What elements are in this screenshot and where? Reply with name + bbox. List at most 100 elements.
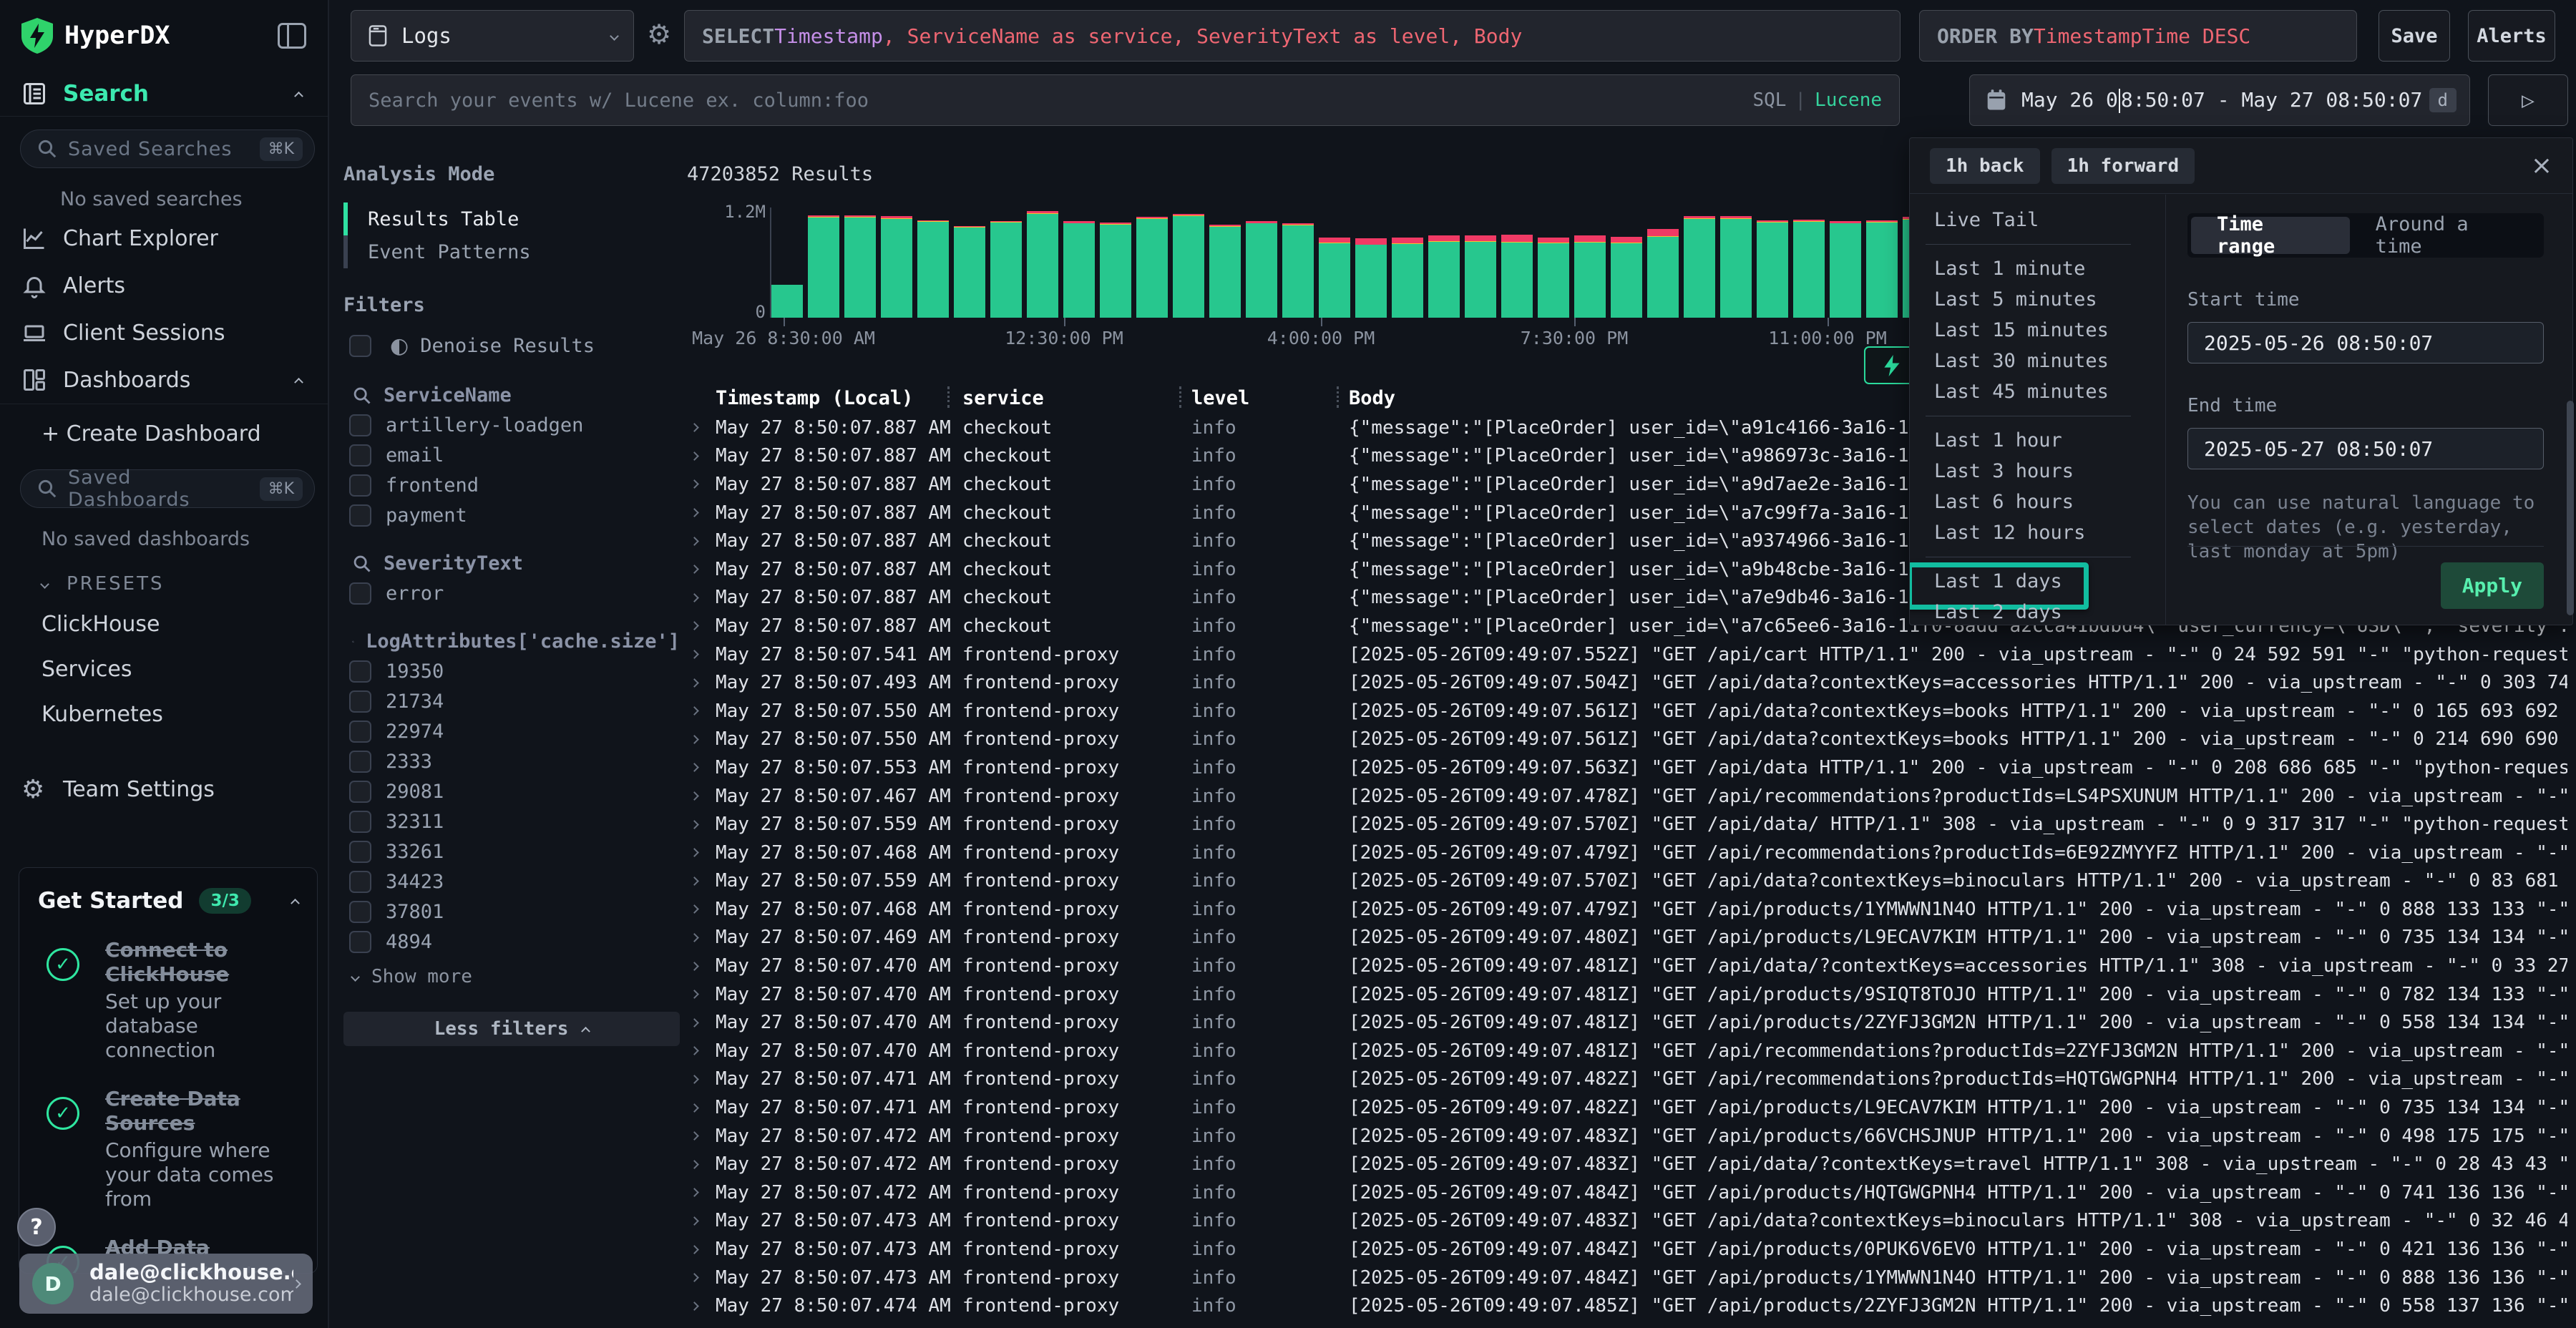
- log-row[interactable]: May 27 8:50:07.493 AMfrontend-proxyinfo[…: [687, 668, 2567, 697]
- expand-chevron-icon[interactable]: [690, 423, 699, 432]
- log-row[interactable]: May 27 8:50:07.550 AMfrontend-proxyinfo[…: [687, 697, 2567, 726]
- histogram-bar[interactable]: [1757, 220, 1788, 318]
- expand-chevron-icon[interactable]: [690, 877, 699, 886]
- log-row[interactable]: May 27 8:50:07.559 AMfrontend-proxyinfo[…: [687, 867, 2567, 896]
- quick-range-live-tail[interactable]: Live Tail: [1926, 205, 2131, 235]
- histogram-bar[interactable]: [1173, 214, 1204, 318]
- quick-range-last-5-minutes[interactable]: Last 5 minutes: [1926, 284, 2131, 315]
- checkbox[interactable]: [349, 582, 371, 605]
- histogram-bar[interactable]: [1246, 221, 1277, 318]
- log-row[interactable]: May 27 8:50:07.473 AMfrontend-proxyinfo[…: [687, 1264, 2567, 1292]
- sql-mode-toggle[interactable]: SQL: [1752, 89, 1786, 111]
- log-row[interactable]: May 27 8:50:07.470 AMfrontend-proxyinfo[…: [687, 952, 2567, 980]
- histogram-bar[interactable]: [1355, 238, 1387, 318]
- start-time-input[interactable]: 2025-05-26 08:50:07: [2187, 322, 2544, 363]
- filter-value-row[interactable]: 4894: [349, 931, 680, 953]
- expand-chevron-icon[interactable]: [690, 451, 699, 461]
- expand-chevron-icon[interactable]: [690, 1018, 699, 1027]
- order-by-editor[interactable]: ORDER BY TimestampTime DESC: [1919, 10, 2357, 62]
- sidebar-item-kubernetes[interactable]: Kubernetes: [0, 692, 328, 737]
- expand-chevron-icon[interactable]: [690, 480, 699, 489]
- apply-button[interactable]: Apply: [2441, 562, 2544, 609]
- source-settings-gear-icon[interactable]: ⚙: [647, 19, 671, 50]
- checkbox[interactable]: [349, 751, 371, 773]
- expand-chevron-icon[interactable]: [690, 905, 699, 914]
- histogram-bar[interactable]: [1647, 229, 1679, 318]
- histogram-bar[interactable]: [1027, 211, 1058, 318]
- sidebar-item-chart-explorer[interactable]: Chart Explorer: [0, 215, 328, 262]
- expand-chevron-icon[interactable]: [690, 1046, 699, 1055]
- filter-value-row[interactable]: 19350: [349, 660, 680, 683]
- histogram-bar[interactable]: [1501, 235, 1533, 318]
- get-started-item[interactable]: ✓Create Data SourcesConfigure where your…: [38, 1087, 298, 1211]
- quick-range-last-30-minutes[interactable]: Last 30 minutes: [1926, 346, 2131, 376]
- saved-searches-input[interactable]: Saved Searches ⌘K: [20, 130, 315, 168]
- log-row[interactable]: May 27 8:50:07.468 AMfrontend-proxyinfo[…: [687, 839, 2567, 867]
- log-row[interactable]: May 27 8:50:07.559 AMfrontend-proxyinfo[…: [687, 810, 2567, 839]
- checkbox[interactable]: [349, 414, 371, 436]
- quick-range-last-12-hours[interactable]: Last 12 hours: [1926, 517, 2131, 548]
- checkbox[interactable]: [349, 781, 371, 803]
- log-row[interactable]: May 27 8:50:07.474 AMfrontend-proxyinfo[…: [687, 1292, 2567, 1320]
- expand-chevron-icon[interactable]: [690, 1131, 699, 1141]
- column-resize-handle[interactable]: [1179, 386, 1181, 408]
- quick-range-last-15-minutes[interactable]: Last 15 minutes: [1926, 315, 2131, 346]
- checkbox[interactable]: [349, 811, 371, 833]
- histogram-bar[interactable]: [1684, 216, 1715, 318]
- histogram-bar[interactable]: [1793, 220, 1825, 318]
- log-row[interactable]: May 27 8:50:07.473 AMfrontend-proxyinfo[…: [687, 1235, 2567, 1264]
- log-row[interactable]: May 27 8:50:07.470 AMfrontend-proxyinfo[…: [687, 1008, 2567, 1037]
- histogram-bar[interactable]: [1574, 235, 1606, 318]
- alerts-button[interactable]: Alerts: [2468, 10, 2555, 62]
- checkbox[interactable]: [349, 841, 371, 863]
- checkbox[interactable]: [349, 335, 371, 357]
- expand-chevron-icon[interactable]: [690, 1273, 699, 1282]
- filter-value-row[interactable]: frontend: [349, 474, 680, 497]
- create-dashboard-button[interactable]: + Create Dashboard: [0, 404, 328, 456]
- histogram-bar[interactable]: [1392, 238, 1423, 318]
- sidebar-item-search[interactable]: Search: [0, 72, 328, 116]
- log-row[interactable]: May 27 8:50:07.472 AMfrontend-proxyinfo[…: [687, 1150, 2567, 1178]
- log-row[interactable]: May 27 8:50:07.469 AMfrontend-proxyinfo[…: [687, 924, 2567, 952]
- checkbox[interactable]: [349, 504, 371, 527]
- expand-chevron-icon[interactable]: [690, 1302, 699, 1311]
- sidebar-item-clickhouse[interactable]: ClickHouse: [0, 602, 328, 647]
- histogram-bar[interactable]: [1720, 216, 1752, 318]
- filter-value-row[interactable]: 34423: [349, 871, 680, 893]
- time-range-input[interactable]: May 26 08:50:07 - May 27 08:50:07 d: [1969, 74, 2470, 126]
- help-button[interactable]: ?: [17, 1208, 56, 1246]
- analysis-mode-option[interactable]: Results Table: [343, 202, 680, 235]
- filter-value-row[interactable]: 37801: [349, 901, 680, 923]
- log-row[interactable]: May 27 8:50:07.467 AMfrontend-proxyinfo[…: [687, 782, 2567, 811]
- vertical-scrollbar[interactable]: [2567, 401, 2574, 615]
- checkbox[interactable]: [349, 444, 371, 467]
- filter-value-row[interactable]: artillery-loadgen: [349, 414, 680, 436]
- source-select[interactable]: Logs: [351, 10, 634, 62]
- analysis-mode-option[interactable]: Event Patterns: [343, 235, 680, 268]
- show-more-button[interactable]: Show more: [352, 966, 680, 987]
- sidebar-item-team-settings[interactable]: ⚙ Team Settings: [0, 766, 328, 813]
- chevron-up-icon[interactable]: [294, 91, 303, 100]
- filter-value-row[interactable]: 32311: [349, 811, 680, 833]
- histogram-bar[interactable]: [1538, 238, 1569, 318]
- shift-1h-back-button[interactable]: 1h back: [1930, 148, 2040, 184]
- filter-value-row[interactable]: 33261: [349, 841, 680, 863]
- expand-chevron-icon[interactable]: [690, 706, 699, 716]
- filter-value-row[interactable]: payment: [349, 504, 680, 527]
- checkbox[interactable]: [349, 871, 371, 893]
- expand-chevron-icon[interactable]: [690, 962, 699, 971]
- expand-chevron-icon[interactable]: [690, 622, 699, 631]
- denoise-results-checkbox-row[interactable]: ◐ Denoise Results: [349, 333, 680, 358]
- checkbox[interactable]: [349, 901, 371, 923]
- column-resize-handle[interactable]: [1337, 386, 1339, 408]
- column-header-service[interactable]: service: [962, 387, 1191, 409]
- tab-around-a-time[interactable]: Around a time: [2350, 217, 2540, 254]
- log-row[interactable]: May 27 8:50:07.468 AMfrontend-proxyinfo[…: [687, 895, 2567, 924]
- expand-chevron-icon[interactable]: [690, 990, 699, 999]
- end-time-input[interactable]: 2025-05-27 08:50:07: [2187, 428, 2544, 469]
- quick-range-last-6-hours[interactable]: Last 6 hours: [1926, 487, 2131, 517]
- expand-chevron-icon[interactable]: [690, 508, 699, 517]
- presets-toggle[interactable]: PRESETS: [0, 555, 328, 602]
- filter-group-header[interactable]: ServiceName: [352, 384, 680, 406]
- sidebar-collapse-icon[interactable]: [278, 23, 306, 49]
